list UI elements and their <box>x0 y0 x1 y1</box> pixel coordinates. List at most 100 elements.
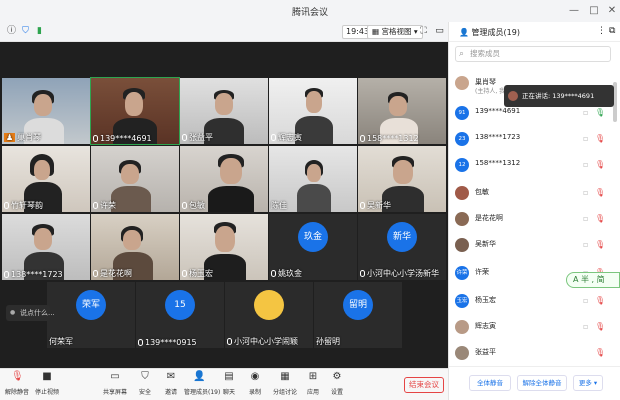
input-method-chip[interactable]: A 半 , 简 <box>566 272 620 288</box>
invite-icon: ✉ <box>166 371 176 382</box>
window-title: 腾讯会议 <box>291 8 328 18</box>
tile-name: 小河中心小学闹颖 <box>227 336 298 347</box>
more-button[interactable]: 更多 ▾ <box>573 375 603 391</box>
camera-off-icon[interactable]: ▫ <box>583 134 591 144</box>
close-icon[interactable]: ✕ <box>604 3 620 19</box>
video-tile[interactable]: 吴新华 <box>358 146 446 212</box>
end-meeting-button[interactable]: 结束会议 <box>404 377 444 393</box>
maximize-icon[interactable]: □ <box>586 3 602 19</box>
signal-icon[interactable]: ▮ <box>34 26 45 37</box>
camera-off-icon[interactable]: ▫ <box>583 108 591 118</box>
camera-off-icon[interactable]: ▫ <box>583 240 591 250</box>
mic-icon <box>93 135 98 142</box>
video-tile[interactable]: 留明 孙留明 <box>314 282 402 348</box>
avatar <box>455 186 469 200</box>
member-row[interactable]: 辉志寅 ▫ 🎙 <box>449 316 609 342</box>
member-row[interactable]: 玉宏 杨玉宏 ▫ 🎙 <box>449 290 609 316</box>
camera-off-icon[interactable]: ▫ <box>583 214 591 224</box>
mic-off-icon[interactable]: 🎙 <box>595 188 605 198</box>
record-button[interactable]: ◉ 录制 <box>240 371 270 396</box>
settings-button[interactable]: ⚙ 设置 <box>322 371 352 396</box>
tile-name: 158****1312 <box>360 134 419 143</box>
video-tile[interactable]: 荣军 何荣军 <box>47 282 135 348</box>
mic-icon <box>4 202 9 209</box>
members-icon: 👤 <box>459 28 469 37</box>
info-icon[interactable]: ⓘ <box>6 26 17 37</box>
avatar <box>508 91 518 101</box>
member-row[interactable]: 23 138****1723 ▫ 🎙 <box>449 128 609 154</box>
video-tile[interactable]: 许荣 <box>91 146 179 212</box>
member-row[interactable]: 是花花啊 ▫ 🎙 <box>449 208 609 234</box>
avatar <box>455 76 469 90</box>
video-tile[interactable]: 包敏 <box>180 146 268 212</box>
video-tile[interactable]: 158****1312 <box>358 78 446 144</box>
video-tile[interactable]: 玖金 姚玖金 <box>269 214 357 280</box>
video-tile[interactable]: 15 139****0915 <box>136 282 224 348</box>
share-screen-button[interactable]: ▭ 共享屏幕 <box>100 371 130 396</box>
mic-off-icon[interactable]: 🎙 <box>595 160 605 170</box>
mic-off-icon[interactable]: 🎙 <box>595 296 605 306</box>
breakout-button[interactable]: ▦ 分组讨论 <box>270 371 300 396</box>
mic-icon <box>182 270 187 277</box>
fullscreen-icon[interactable]: ⛶ <box>418 26 429 37</box>
video-tile[interactable]: 是花花啊 <box>91 214 179 280</box>
mic-off-icon[interactable]: 🎙 <box>595 214 605 224</box>
avatar: 玖金 <box>298 222 328 252</box>
avatar <box>455 238 469 252</box>
member-row[interactable]: 12 158****1312 ▫ 🎙 <box>449 154 609 180</box>
tile-name: 是花花啊 <box>93 268 132 279</box>
title-bar: 腾讯会议 — □ ✕ <box>0 0 620 22</box>
view-switch-button[interactable]: ▦ 宫格视图 ▾ <box>367 25 423 39</box>
camera-off-icon[interactable]: ▫ <box>583 322 591 332</box>
mic-icon <box>360 202 365 209</box>
video-tile[interactable]: 张益平 <box>180 78 268 144</box>
mic-off-icon[interactable]: 🎙 <box>595 240 605 250</box>
member-row[interactable]: 包敏 ▫ 🎙 <box>449 182 609 208</box>
tile-name: 姚玖金 <box>271 268 302 279</box>
manage-members-button[interactable]: 👤 管理成员(19) <box>184 371 220 396</box>
camera-icon: ■ <box>42 371 52 382</box>
video-tile[interactable]: 竹轩琴韵 <box>2 146 90 212</box>
camera-off-icon[interactable]: ▫ <box>583 188 591 198</box>
video-tile[interactable]: 辉志寅 <box>269 78 357 144</box>
speaking-indicator: 正在讲话: 139****4691 <box>504 85 614 107</box>
member-row[interactable]: 吴新华 ▫ 🎙 <box>449 234 609 260</box>
video-tile-active[interactable]: 139****4691 <box>90 77 180 145</box>
video-tile[interactable]: 杨玉宏 <box>180 214 268 280</box>
tile-name: 杨玉宏 <box>182 268 213 279</box>
chat-input-pill[interactable]: 说点什么... <box>6 305 55 321</box>
unmute-all-button[interactable]: 解除全体静音 <box>517 375 567 391</box>
video-tile[interactable]: 小河中心小学闹颖 <box>225 282 313 348</box>
tile-name: 张益平 <box>182 132 213 143</box>
panel-popout-icon[interactable]: ⧉ <box>609 26 615 36</box>
minimize-icon[interactable]: — <box>566 3 582 19</box>
mic-off-icon[interactable]: 🎙 <box>595 322 605 332</box>
stop-video-button[interactable]: ■ 停止视频 <box>32 371 62 396</box>
tile-name: 何荣军 <box>49 337 73 346</box>
camera-off-icon[interactable]: ▫ <box>583 296 591 306</box>
mic-icon <box>227 338 232 345</box>
mic-off-icon[interactable]: 🎙 <box>595 134 605 144</box>
video-tile[interactable]: 138****1723 <box>2 214 90 280</box>
mic-icon <box>93 202 98 209</box>
camera-off-icon[interactable]: ▫ <box>583 160 591 170</box>
share-icon: ▭ <box>110 371 120 382</box>
member-row[interactable]: 张益平 🎙 <box>449 342 609 364</box>
tile-name: 139****4691 <box>93 134 152 143</box>
avatar: 15 <box>165 290 195 320</box>
video-tile[interactable]: 新华 小河中心小学汤新华 <box>358 214 446 280</box>
mic-off-icon[interactable]: 🎙 <box>595 348 605 358</box>
tile-name: 139****0915 <box>138 338 197 347</box>
unmute-button[interactable]: 🎙 解除静音 <box>2 371 32 396</box>
video-tile[interactable]: ♟ 巢肖琴 <box>2 78 90 144</box>
mute-all-button[interactable]: 全体静音 <box>469 375 511 391</box>
invite-button[interactable]: ✉ 邀请 <box>156 371 186 396</box>
shield-icon[interactable]: ⛉ <box>20 26 31 37</box>
avatar <box>455 320 469 334</box>
video-tile[interactable]: 陈佳 <box>269 146 357 212</box>
member-search-input[interactable]: 搜索成员 <box>455 46 611 62</box>
layout-icon[interactable]: ▭ <box>434 26 445 37</box>
panel-more-icon[interactable]: ⋮ <box>597 26 606 36</box>
avatar: 荣军 <box>76 290 106 320</box>
mic-on-icon[interactable]: 🎙 <box>595 108 605 118</box>
